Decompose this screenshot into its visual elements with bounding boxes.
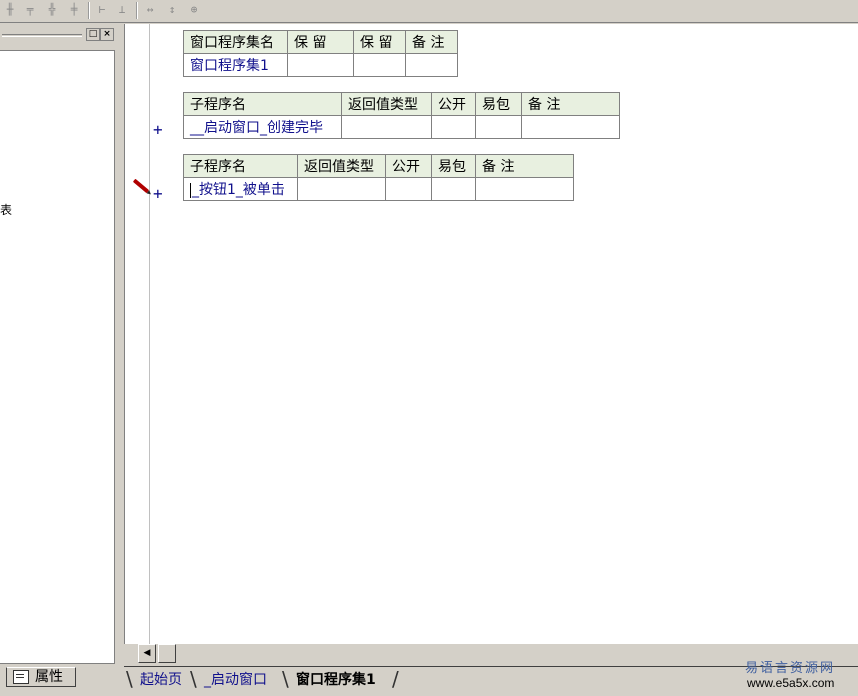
- left-pane-content[interactable]: 表: [0, 50, 115, 664]
- toolbar-separator: [136, 2, 138, 19]
- align-center-icon[interactable]: ╤: [22, 2, 38, 18]
- watermark-url: www.e5a5x.com: [747, 676, 835, 690]
- pane-grip: [2, 36, 82, 37]
- subroutine-table-1: 子程序名 返回值类型 公开 易包 备 注 __启动窗口_创建完毕: [183, 92, 620, 139]
- tab-divider: \: [282, 667, 289, 691]
- public-cell[interactable]: [431, 115, 476, 139]
- pane-restore-button[interactable]: □: [86, 28, 100, 41]
- left-pane: □ × 表: [0, 24, 124, 664]
- text-caret: [190, 182, 191, 198]
- tab-start-page[interactable]: 起始页: [134, 669, 188, 691]
- left-pane-truncated-text: 表: [0, 203, 13, 217]
- space-vertical-icon[interactable]: ⊥: [114, 2, 130, 18]
- header-cell: 保 留: [287, 30, 354, 54]
- subroutine-name-text: _按钮1_被单击: [192, 182, 285, 198]
- scroll-left-button[interactable]: ◀: [138, 644, 156, 663]
- tab-divider: \: [126, 667, 133, 691]
- header-cell: 保 留: [353, 30, 406, 54]
- toolbar: ╫ ╤ ╬ ╪ ⊢ ⊥ ↔ ↕ ⊕: [0, 0, 858, 23]
- header-cell: 易包: [475, 92, 522, 116]
- tab-divider: \: [190, 667, 197, 691]
- header-cell: 备 注: [521, 92, 620, 116]
- align-top-icon[interactable]: ╪: [66, 2, 82, 18]
- header-cell: 返回值类型: [297, 154, 386, 178]
- assembly-table: 窗口程序集名 保 留 保 留 备 注 窗口程序集1: [183, 30, 458, 77]
- same-height-icon[interactable]: ↕: [164, 2, 180, 18]
- tab-divider: /: [392, 667, 399, 691]
- header-cell: 窗口程序集名: [183, 30, 288, 54]
- subroutine-name-cell[interactable]: __启动窗口_创建完毕: [183, 115, 342, 139]
- properties-tab-label: 属性: [35, 669, 63, 685]
- tab-startup-window[interactable]: _启动窗口: [198, 669, 273, 691]
- pane-close-button[interactable]: ×: [100, 28, 114, 41]
- properties-tab[interactable]: 属性: [6, 667, 76, 687]
- pane-grip[interactable]: [2, 34, 82, 35]
- same-width-icon[interactable]: ↔: [142, 2, 158, 18]
- same-size-icon[interactable]: ⊕: [186, 2, 202, 18]
- note-cell[interactable]: [405, 53, 458, 77]
- header-cell: 易包: [431, 154, 476, 178]
- public-cell[interactable]: [385, 177, 432, 201]
- epackage-cell[interactable]: [475, 115, 522, 139]
- subroutine-name-cell[interactable]: _按钮1_被单击: [183, 177, 298, 201]
- header-cell: 返回值类型: [341, 92, 432, 116]
- header-cell: 子程序名: [183, 154, 298, 178]
- return-type-cell[interactable]: [341, 115, 432, 139]
- align-right-icon[interactable]: ╬: [44, 2, 60, 18]
- expand-icon[interactable]: +: [153, 184, 163, 203]
- epackage-cell[interactable]: [431, 177, 476, 201]
- properties-icon: [13, 670, 29, 684]
- header-cell: 公开: [431, 92, 476, 116]
- code-editor[interactable]: 窗口程序集名 保 留 保 留 备 注 窗口程序集1 + 子程序名 返回值类型 公…: [124, 24, 858, 644]
- return-type-cell[interactable]: [297, 177, 386, 201]
- expand-icon[interactable]: +: [153, 120, 163, 139]
- watermark-title: 易语言资源网: [745, 661, 836, 676]
- subroutine-table-2: 子程序名 返回值类型 公开 易包 备 注 _按钮1_被单击: [183, 154, 574, 201]
- reserved-cell[interactable]: [353, 53, 406, 77]
- note-cell[interactable]: [475, 177, 574, 201]
- tab-window-assembly-1[interactable]: 窗口程序集1: [290, 669, 382, 691]
- assembly-name-cell[interactable]: 窗口程序集1: [183, 53, 288, 77]
- header-cell: 备 注: [475, 154, 574, 178]
- header-cell: 备 注: [405, 30, 458, 54]
- header-cell: 子程序名: [183, 92, 342, 116]
- note-cell[interactable]: [521, 115, 620, 139]
- header-cell: 公开: [385, 154, 432, 178]
- scroll-thumb[interactable]: [158, 644, 176, 663]
- align-left-icon[interactable]: ╫: [2, 2, 18, 18]
- reserved-cell[interactable]: [287, 53, 354, 77]
- toolbar-separator: [88, 2, 90, 19]
- space-horizontal-icon[interactable]: ⊢: [94, 2, 110, 18]
- editor-gutter: [129, 24, 150, 644]
